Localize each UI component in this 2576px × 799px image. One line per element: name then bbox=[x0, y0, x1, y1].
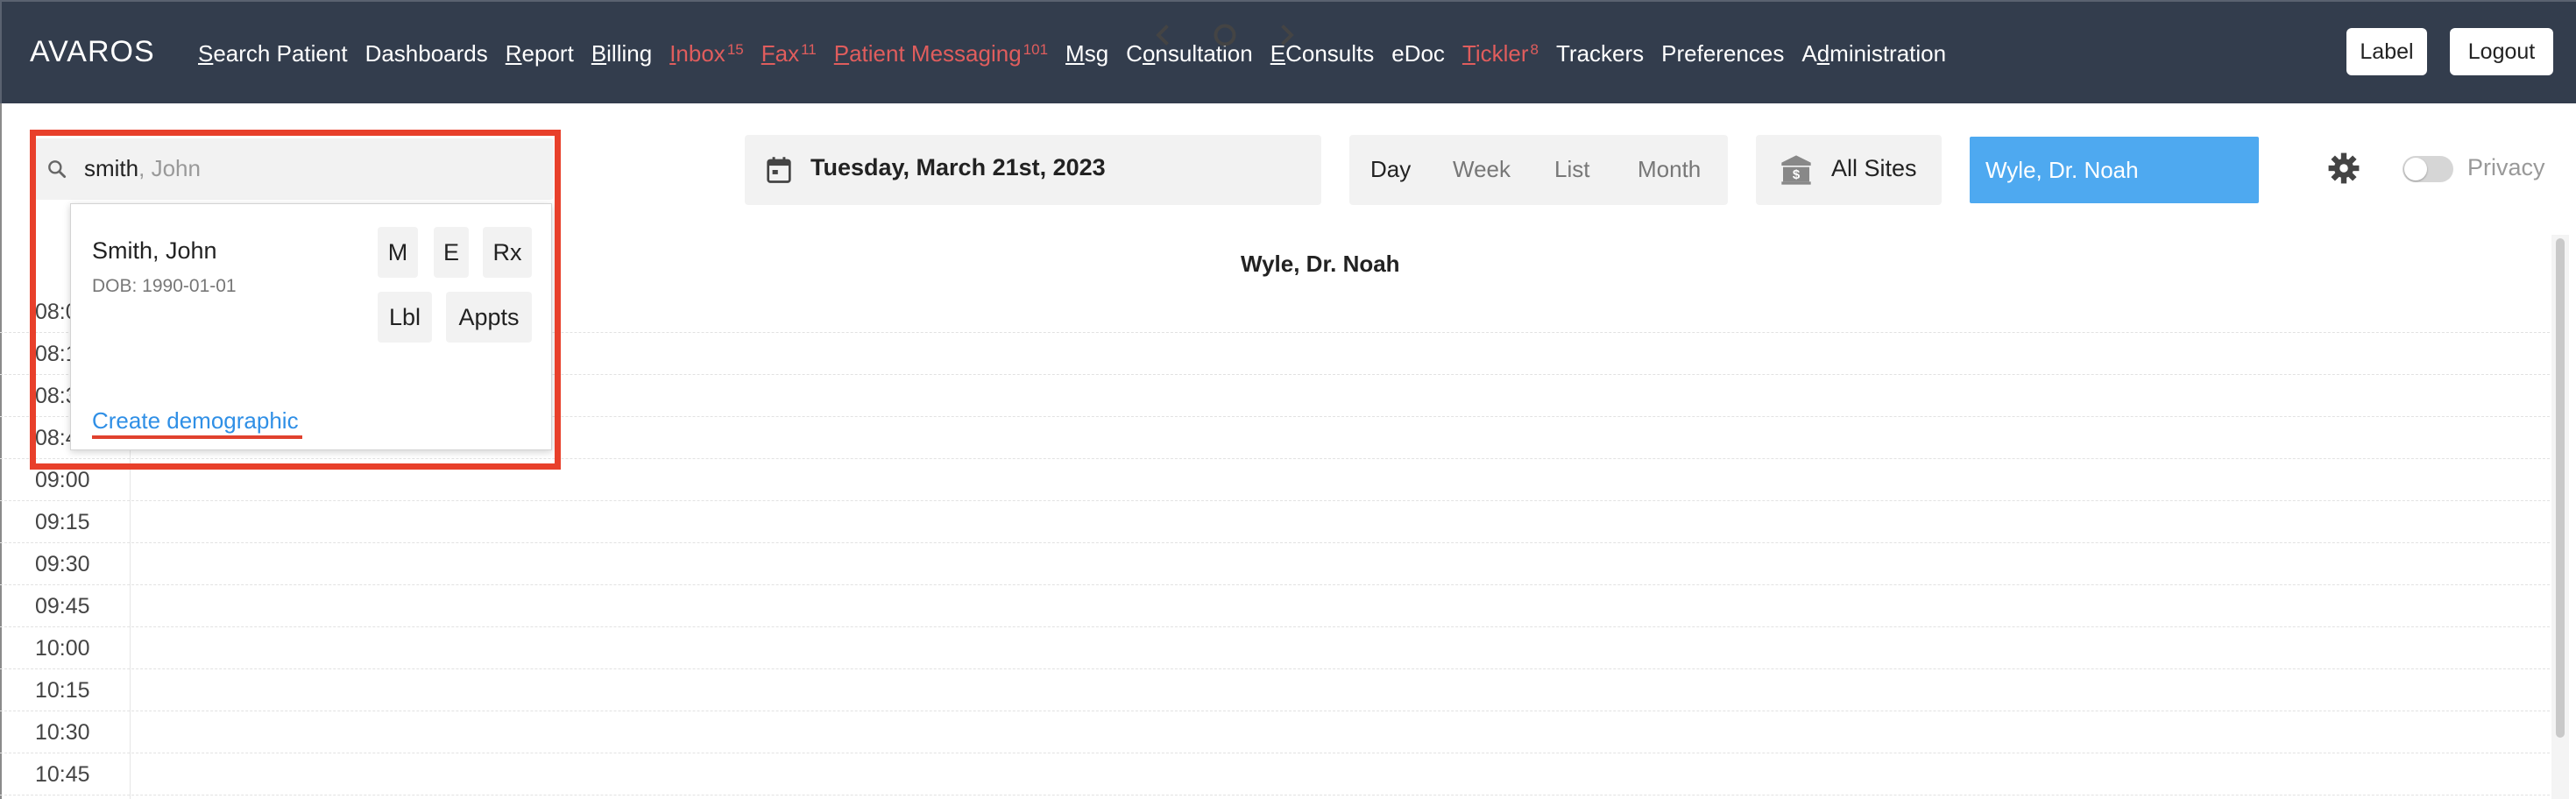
gear-icon[interactable] bbox=[2327, 152, 2360, 185]
scrollbar-thumb[interactable] bbox=[2556, 238, 2565, 738]
time-slot-row[interactable] bbox=[0, 584, 2550, 585]
create-demographic-link[interactable]: Create demographic bbox=[92, 407, 299, 435]
patient-result-dob: DOB: 1990-01-01 bbox=[92, 276, 237, 296]
today-circle-icon[interactable] bbox=[1209, 19, 1241, 51]
time-slot-label: 10:00 bbox=[35, 636, 90, 661]
sites-label: All Sites bbox=[1831, 155, 1917, 181]
top-navbar: AVAROS Search Patient Dashboards Report Bil… bbox=[0, 0, 2576, 103]
time-slot-row[interactable] bbox=[0, 668, 2550, 669]
nav-badge-count: 11 bbox=[801, 41, 817, 58]
nav-item-trackers[interactable]: Trackers bbox=[1556, 39, 1644, 72]
nav-item-edoc[interactable]: eDoc bbox=[1391, 39, 1445, 72]
time-slot-label: 10:45 bbox=[35, 762, 90, 787]
search-autocomplete-hint: , John bbox=[138, 155, 201, 181]
view-switcher: Day Week List Month bbox=[1349, 135, 1728, 205]
nav-item-inbox[interactable]: Inbox 15 bbox=[669, 39, 744, 72]
view-week-tab[interactable]: Week bbox=[1453, 156, 1511, 183]
time-slot-row[interactable] bbox=[0, 458, 2550, 459]
privacy-label: Privacy bbox=[2467, 154, 2545, 180]
time-slot-label: 09:45 bbox=[35, 594, 90, 619]
time-slot-label: 09:15 bbox=[35, 510, 90, 534]
create-link-underline bbox=[92, 435, 302, 439]
provider-column-header: Wyle, Dr. Noah bbox=[1241, 251, 1400, 277]
nav-item-administration[interactable]: Administration bbox=[1801, 39, 1946, 72]
view-day-tab[interactable]: Day bbox=[1370, 156, 1411, 183]
master-record-button[interactable]: M bbox=[378, 227, 418, 278]
label-button[interactable]: Label bbox=[2346, 28, 2427, 75]
time-slot-row[interactable] bbox=[0, 542, 2550, 543]
search-results-dropdown: Smith, John DOB: 1990-01-01 M E Rx Lbl A… bbox=[70, 203, 552, 450]
nav-item-msg[interactable]: Msg bbox=[1065, 39, 1108, 72]
date-picker[interactable]: Tuesday, March 21st, 2023 bbox=[745, 135, 1321, 205]
provider-selector[interactable]: Wyle, Dr. Noah bbox=[1970, 137, 2259, 203]
time-slot-row[interactable] bbox=[0, 626, 2550, 627]
time-slot-label: 10:30 bbox=[35, 720, 90, 745]
encounter-button[interactable]: E bbox=[434, 227, 469, 278]
nav-item-search-patient[interactable]: Search Patient bbox=[198, 39, 348, 72]
nav-item-preferences[interactable]: Preferences bbox=[1661, 39, 1784, 72]
nav-item-dashboards[interactable]: Dashboards bbox=[365, 39, 488, 72]
appointments-button[interactable]: Appts bbox=[446, 292, 532, 343]
calendar-icon bbox=[767, 157, 791, 183]
toggle-knob bbox=[2404, 158, 2427, 180]
brand-logo[interactable]: AVAROS bbox=[30, 35, 155, 69]
nav-item-patient-messaging[interactable]: Patient Messaging 101 bbox=[834, 39, 1048, 72]
search-icon bbox=[48, 160, 67, 179]
current-date: Tuesday, March 21st, 2023 bbox=[810, 154, 1106, 180]
time-slot-label: 09:30 bbox=[35, 552, 90, 576]
site-building-icon: $ bbox=[1781, 155, 1811, 185]
time-slot-label: 10:15 bbox=[35, 678, 90, 703]
rx-button[interactable]: Rx bbox=[483, 227, 532, 278]
nav-badge-count: 8 bbox=[1530, 41, 1539, 58]
nav-badge-count: 101 bbox=[1023, 41, 1049, 58]
nav-item-tickler[interactable]: Tickler 8 bbox=[1462, 39, 1539, 72]
view-list-tab[interactable]: List bbox=[1554, 156, 1589, 183]
nav-item-report[interactable]: Report bbox=[506, 39, 574, 72]
nav-item-fax[interactable]: Fax 11 bbox=[761, 39, 817, 72]
main-menu: Search Patient Dashboards Report Billing Inb… bbox=[198, 39, 1964, 72]
chevron-right-icon[interactable] bbox=[1270, 19, 1302, 51]
view-month-tab[interactable]: Month bbox=[1638, 156, 1701, 183]
left-border bbox=[0, 103, 2, 799]
time-slot-row[interactable] bbox=[0, 500, 2550, 501]
privacy-toggle[interactable] bbox=[2403, 156, 2453, 182]
site-selector[interactable]: $ All Sites bbox=[1756, 135, 1942, 205]
patient-search-input[interactable]: smith, John bbox=[33, 138, 554, 200]
search-query[interactable]: smith, John bbox=[84, 155, 201, 182]
logout-button[interactable]: Logout bbox=[2450, 28, 2553, 75]
patient-result-name[interactable]: Smith, John bbox=[92, 237, 217, 265]
chevron-left-icon[interactable] bbox=[1148, 19, 1179, 51]
time-slot-label: 09:00 bbox=[35, 468, 90, 492]
label-print-button[interactable]: Lbl bbox=[378, 292, 432, 343]
nav-item-billing[interactable]: Billing bbox=[591, 39, 652, 72]
svg-text:$: $ bbox=[1793, 167, 1801, 182]
search-typed-text: smith bbox=[84, 155, 139, 181]
nav-badge-count: 15 bbox=[726, 41, 744, 58]
